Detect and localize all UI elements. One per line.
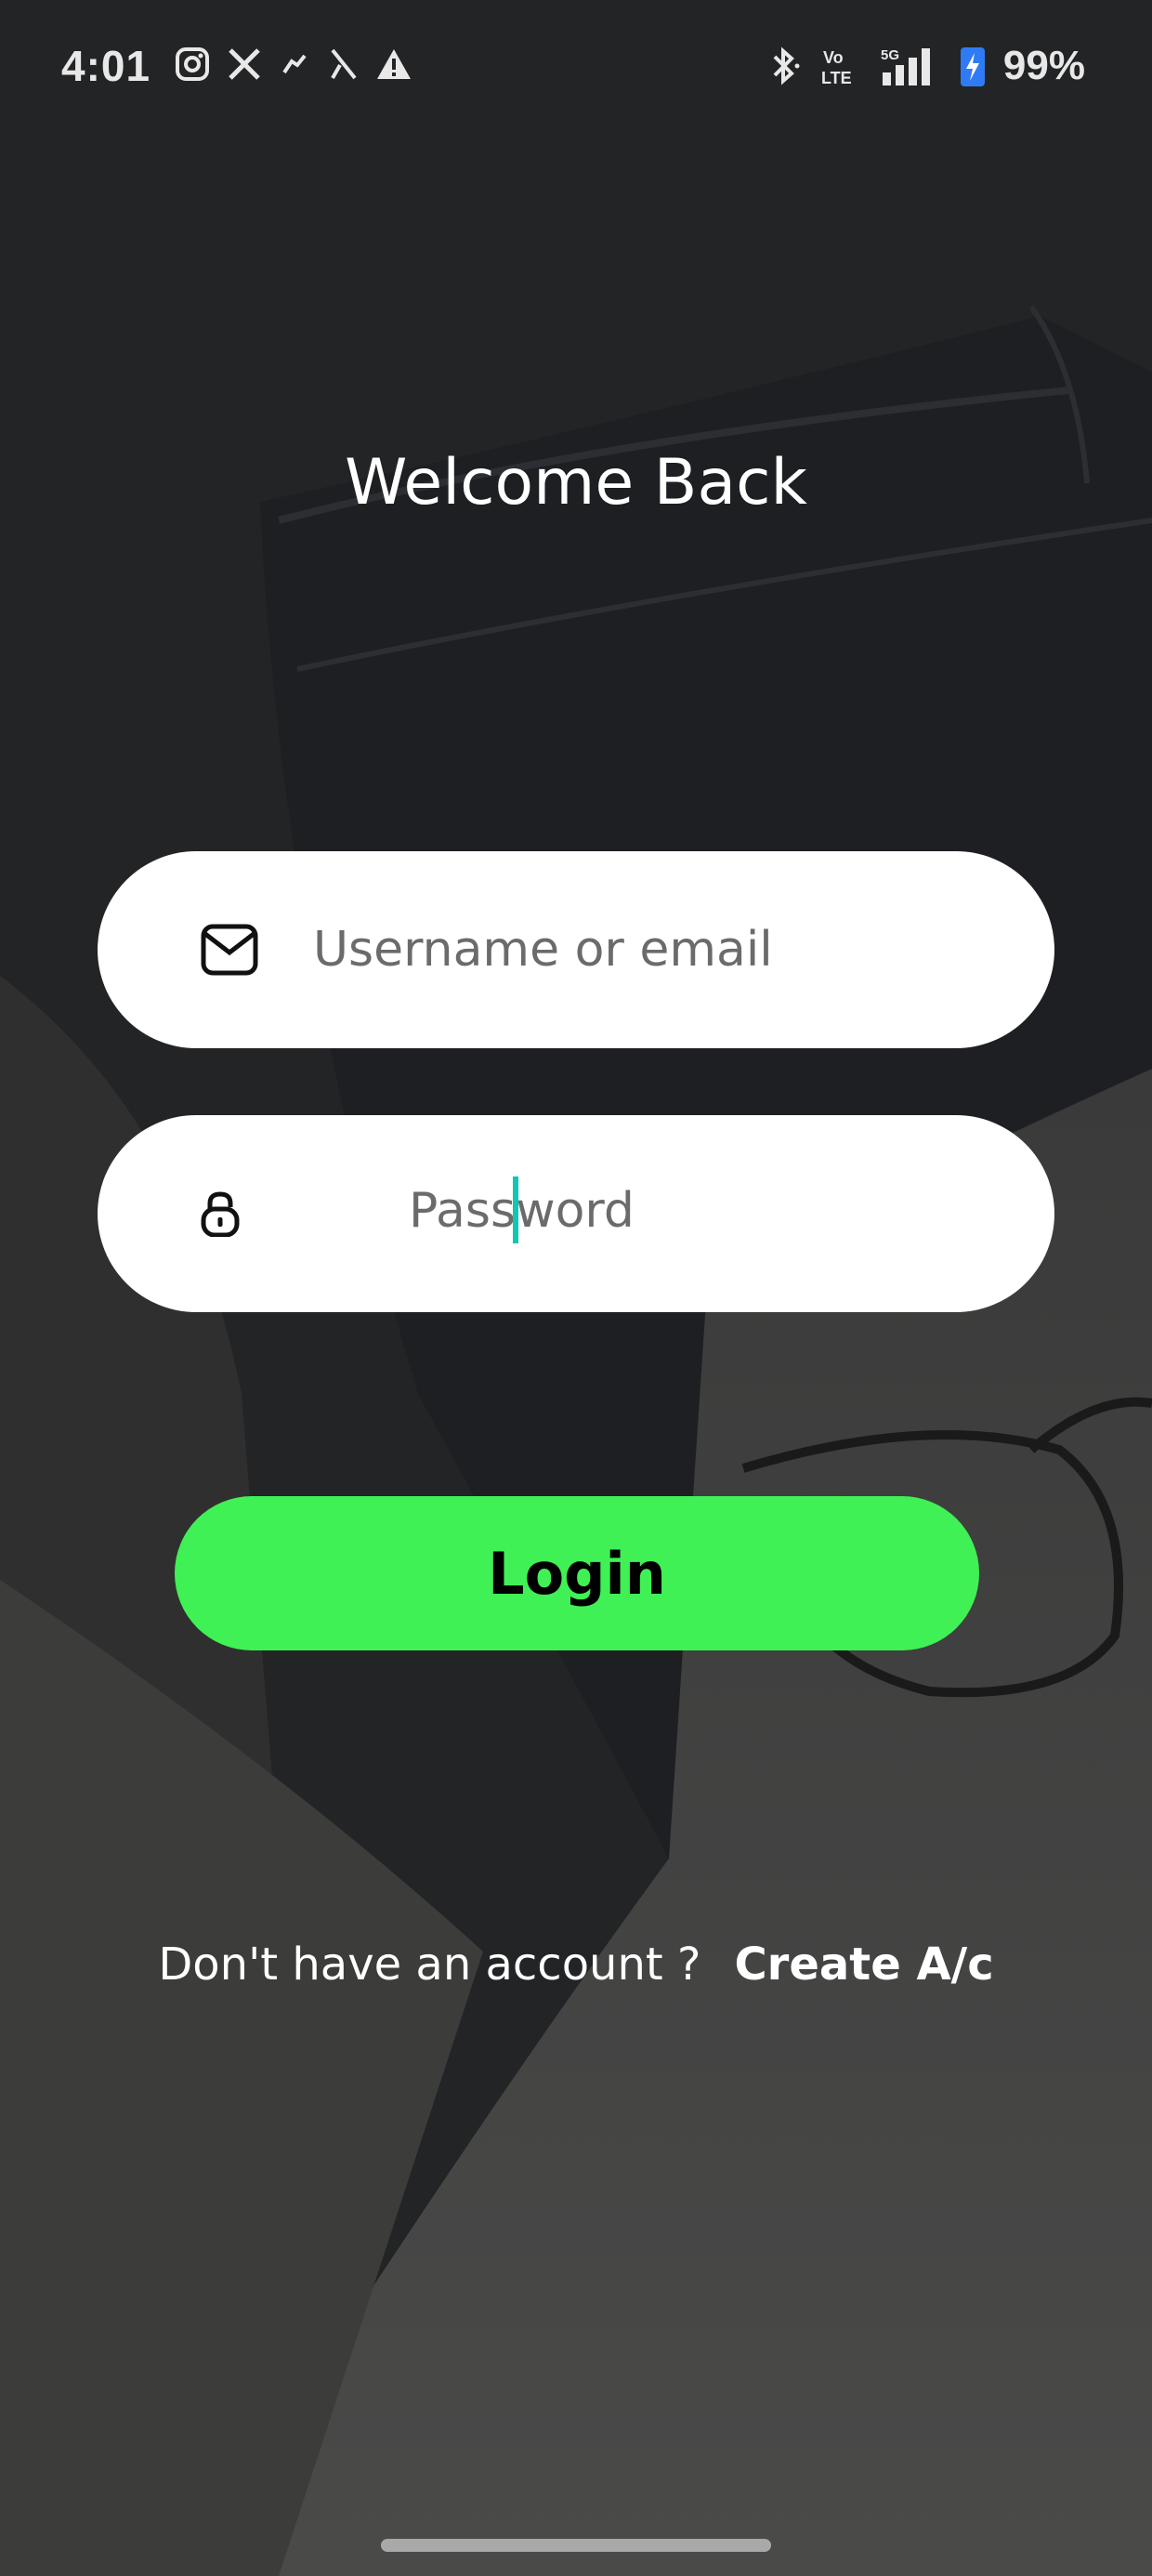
signup-prompt: Don't have an account ? Create A/c (0, 1939, 1152, 1991)
username-field[interactable]: Username or email (98, 851, 1054, 1048)
alert-icon (375, 47, 412, 81)
svg-text:LTE: LTE (821, 69, 852, 87)
text-caret (513, 1176, 519, 1243)
home-indicator[interactable] (381, 2539, 771, 2552)
battery-charging-icon (959, 44, 987, 88)
username-placeholder: Username or email (313, 922, 773, 978)
battery-percent: 99% (1002, 43, 1085, 88)
status-system-icons: Vo LTE 5G 99% (766, 43, 1085, 89)
password-placeholder: Password (409, 1176, 635, 1247)
5g-signal-icon: 5G (875, 45, 942, 87)
status-bar: 4:01 Vo LTE 5G 99% (0, 0, 1152, 139)
notification-icon (279, 48, 310, 80)
create-account-link[interactable]: Create A/c (734, 1939, 993, 1991)
missed-call-icon (327, 46, 359, 82)
volte-icon: Vo LTE (819, 45, 858, 87)
signup-prompt-text: Don't have an account ? (158, 1939, 701, 1991)
status-time: 4:01 (61, 42, 151, 90)
bluetooth-icon (766, 46, 803, 86)
x-icon (227, 46, 262, 82)
svg-text:Vo: Vo (823, 48, 844, 67)
login-button[interactable]: Login (175, 1496, 979, 1650)
lock-icon (200, 1190, 241, 1237)
status-notification-icons (175, 46, 412, 82)
password-placeholder-start: Pass (409, 1183, 517, 1239)
password-field[interactable]: Password (98, 1115, 1054, 1312)
page-title: Welcome Back (345, 446, 807, 519)
svg-text:5G: 5G (881, 47, 899, 63)
instagram-icon (175, 46, 210, 82)
mail-icon (200, 923, 259, 977)
password-placeholder-end: word (516, 1183, 635, 1239)
